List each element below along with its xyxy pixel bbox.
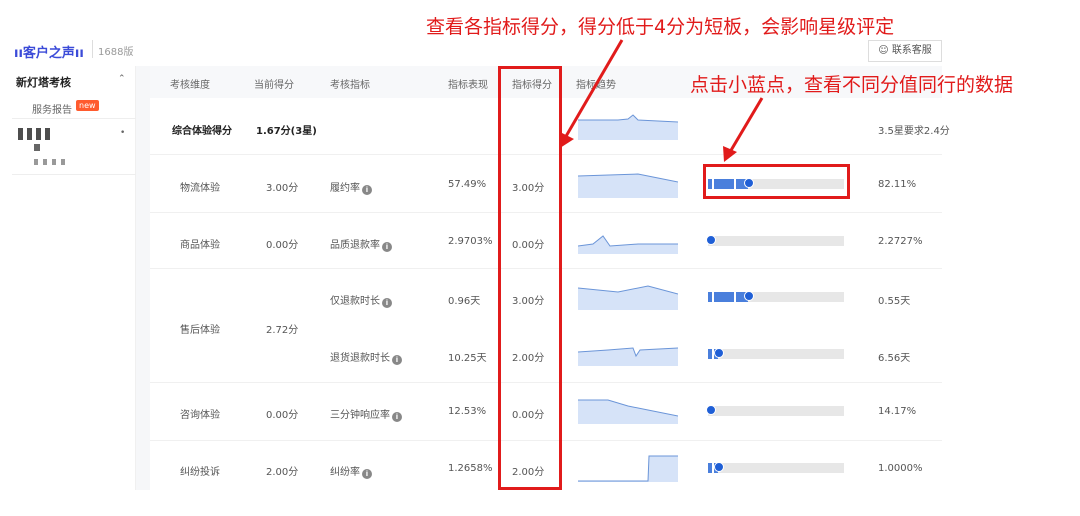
- summary-requirement: 3.5星要求2.4分: [878, 126, 950, 137]
- metric-label: 品质退款率: [330, 240, 380, 251]
- trend-sparkline: [578, 235, 678, 254]
- peer-score-bar[interactable]: [708, 348, 844, 359]
- peer-value-cell: 0.55天: [878, 296, 911, 307]
- blue-dot-icon[interactable]: [744, 291, 754, 301]
- sidebar: 新灯塔考核 ⌃ 服务报告 new •: [12, 66, 136, 490]
- metric-value-cell: 1.2658%: [448, 463, 493, 474]
- annotation-top: 查看各指标得分，得分低于4分为短板，会影响星级评定: [426, 16, 895, 38]
- logo-divider: [92, 40, 93, 58]
- metric-cell: 纠纷率 i: [330, 463, 372, 479]
- peer-score-bar[interactable]: [708, 462, 844, 473]
- metric-value-cell: 57.49%: [448, 179, 487, 190]
- dimension-cell: 商品体验: [180, 240, 220, 251]
- metric-value-cell: 0.96天: [448, 296, 481, 307]
- dimension-cell: 物流体验: [180, 183, 220, 194]
- trend-sparkline: [578, 285, 678, 310]
- sidebar-item-service-report[interactable]: 服务报告: [32, 101, 72, 116]
- blue-dot-icon[interactable]: [706, 235, 716, 245]
- peer-value-cell: 1.0000%: [878, 463, 923, 474]
- peer-value-cell: 14.17%: [878, 406, 917, 417]
- metric-label: 仅退款时长: [330, 296, 380, 307]
- trend-sparkline: [578, 173, 678, 198]
- blue-dot-icon[interactable]: [714, 348, 724, 358]
- info-icon[interactable]: i: [362, 185, 372, 195]
- blurred-account-detail: [34, 144, 40, 151]
- dropdown-icon[interactable]: •: [120, 128, 125, 138]
- metric-cell: 履约率 i: [330, 179, 372, 195]
- metric-cell: 退货退款时长 i: [330, 349, 402, 365]
- headset-icon: ☺: [878, 45, 889, 56]
- metric-value-cell: 10.25天: [448, 353, 487, 364]
- current-score-cell: 2.00分: [266, 467, 299, 478]
- metric-label: 三分钟响应率: [330, 410, 390, 421]
- highlight-box-score-column: [498, 66, 562, 490]
- dimension-cell: 售后体验: [180, 325, 220, 336]
- current-score-cell: 0.00分: [266, 410, 299, 421]
- summary-score: 1.67分(3星): [256, 126, 317, 137]
- sidebar-divider: [12, 118, 136, 119]
- info-icon[interactable]: i: [392, 412, 402, 422]
- metric-label: 退货退款时长: [330, 353, 390, 364]
- column-header: 考核维度: [170, 80, 210, 91]
- metric-label: 履约率: [330, 183, 360, 194]
- peer-score-bar[interactable]: [706, 235, 844, 246]
- edition-label: 1688版: [98, 47, 134, 58]
- current-score-cell: 3.00分: [266, 183, 299, 194]
- blurred-account-name[interactable]: [18, 128, 54, 140]
- chevron-up-icon[interactable]: ⌃: [118, 74, 126, 84]
- info-icon[interactable]: i: [382, 298, 392, 308]
- info-icon[interactable]: i: [382, 242, 392, 252]
- column-header: 指标表现: [448, 80, 488, 91]
- annotation-right: 点击小蓝点，查看不同分值同行的数据: [690, 74, 1014, 96]
- blue-dot-icon[interactable]: [714, 462, 724, 472]
- metric-cell: 仅退款时长 i: [330, 292, 392, 308]
- app-logo: ıı客户之声ıı: [14, 46, 84, 61]
- trend-sparkline: [578, 347, 678, 366]
- metric-cell: 品质退款率 i: [330, 236, 392, 252]
- info-icon[interactable]: i: [362, 469, 372, 479]
- current-score-cell: 0.00分: [266, 240, 299, 251]
- sidebar-section-title[interactable]: 新灯塔考核: [16, 74, 71, 90]
- column-header: 考核指标: [330, 80, 370, 91]
- info-icon[interactable]: i: [392, 355, 402, 365]
- peer-score-bar[interactable]: [706, 405, 844, 416]
- peer-score-bar[interactable]: [708, 291, 844, 302]
- trend-sparkline: [578, 455, 678, 482]
- new-badge: new: [76, 100, 99, 111]
- metric-cell: 三分钟响应率 i: [330, 406, 402, 422]
- metric-label: 纠纷率: [330, 467, 360, 478]
- blurred-account-detail: [34, 159, 68, 165]
- summary-label: 综合体验得分: [172, 126, 232, 137]
- bar-gap: [734, 292, 736, 302]
- peer-value-cell: 2.2727%: [878, 236, 923, 247]
- metric-value-cell: 2.9703%: [448, 236, 493, 247]
- column-header: 指标趋势: [576, 80, 616, 91]
- column-header: 当前得分: [254, 80, 294, 91]
- sidebar-scroll-gutter: [136, 66, 150, 490]
- peer-value-cell: 82.11%: [878, 179, 917, 190]
- trend-sparkline: [578, 399, 678, 424]
- current-score-cell: 2.72分: [266, 325, 299, 336]
- dimension-cell: 纠纷投诉: [180, 467, 220, 478]
- sidebar-divider: [12, 174, 136, 175]
- dimension-cell: 咨询体验: [180, 410, 220, 421]
- bar-fill: [708, 292, 748, 302]
- blue-dot-icon[interactable]: [706, 405, 716, 415]
- peer-value-cell: 6.56天: [878, 353, 911, 364]
- highlight-box-blue-dot: [703, 164, 850, 199]
- contact-service-button[interactable]: ☺ 联系客服: [868, 40, 942, 62]
- summary-trend-sparkline: [578, 114, 678, 140]
- metric-value-cell: 12.53%: [448, 406, 487, 417]
- bar-gap: [712, 292, 714, 302]
- contact-service-label: 联系客服: [891, 45, 932, 56]
